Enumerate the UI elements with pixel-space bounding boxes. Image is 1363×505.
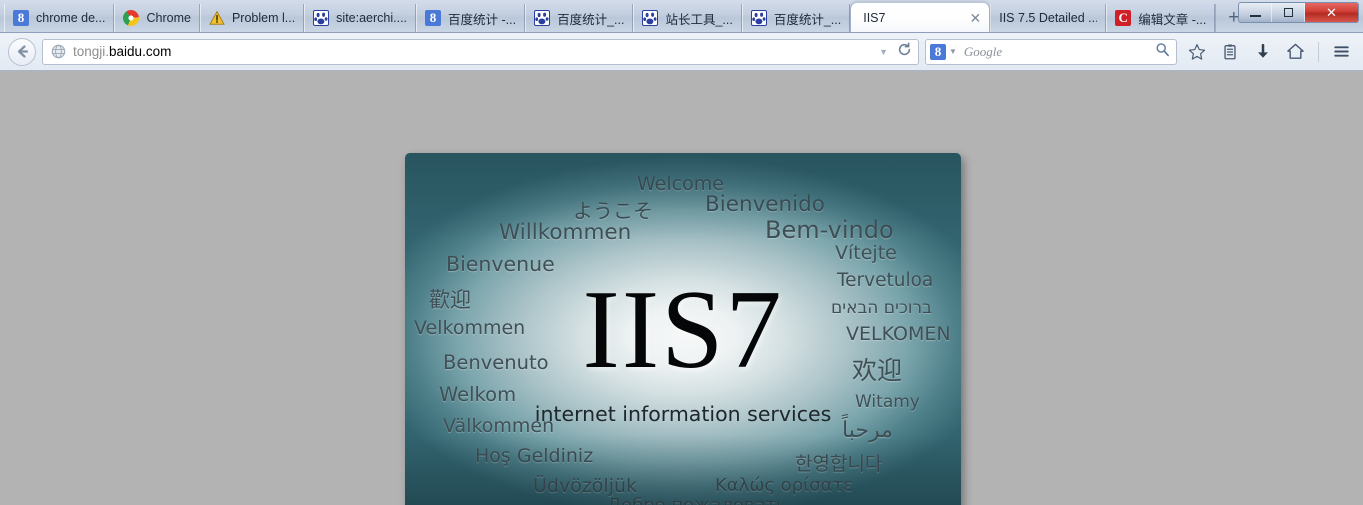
welcome-word: 歡迎 — [429, 288, 471, 312]
iis7-subtitle-text: internet information services — [534, 402, 832, 426]
welcome-word: Bienvenue — [446, 252, 555, 276]
download-icon — [1257, 43, 1268, 58]
home-button[interactable] — [1282, 38, 1309, 66]
back-button[interactable] — [8, 37, 36, 66]
tab-label: IIS 7.5 Detailed ... — [999, 11, 1098, 25]
tab-close-button[interactable]: ✕ — [960, 11, 982, 25]
chevron-down-icon[interactable]: ▼ — [879, 47, 888, 57]
menu-button[interactable] — [1328, 38, 1355, 66]
welcome-word: ברוכים הבאים — [831, 298, 932, 318]
search-engine-icon[interactable]: 8 — [930, 43, 946, 60]
chrome-favicon — [123, 10, 140, 26]
restore-button[interactable] — [1272, 3, 1305, 22]
baidu-favicon — [642, 10, 659, 26]
library-button[interactable] — [1216, 38, 1243, 66]
browser-tab[interactable]: Chrome — [114, 4, 200, 32]
csdn-favicon: C — [1115, 10, 1132, 26]
tab-strip: 8 chrome de... Chrome Problem l... site:aerc… — [0, 0, 1363, 33]
welcome-word: Bienvenido — [705, 192, 825, 217]
welcome-word: Καλώς ορίσατε — [715, 475, 854, 496]
browser-tab[interactable]: site:aerchi.... — [304, 4, 417, 32]
tab-label: 编辑文章 -... — [1138, 12, 1207, 27]
google-favicon: 8 — [425, 10, 442, 26]
welcome-word: VELKOMEN — [846, 323, 951, 345]
close-window-button[interactable]: ✕ — [1305, 3, 1358, 22]
tab-label: 站长工具_... — [665, 12, 733, 27]
tab-label: 百度统计 -... — [448, 12, 517, 27]
welcome-word: Hoş Geldiniz — [475, 445, 594, 467]
url-domain: baidu.com — [109, 44, 172, 59]
address-bar-actions: ▼ — [871, 42, 912, 62]
welcome-word: Witamy — [855, 392, 920, 412]
welcome-word: 한영합니다 — [795, 453, 883, 475]
tab-label: chrome de... — [36, 11, 106, 25]
library-icon — [1223, 43, 1236, 59]
browser-tab[interactable]: 8 chrome de... — [4, 4, 115, 32]
tab-label: 百度统计_... — [773, 12, 842, 27]
page-content: Welcome ようこそ Bienvenido Willkommen Bem-vindo… — [0, 72, 1363, 505]
browser-tab[interactable]: IIS7 ✕ — [850, 2, 991, 32]
globe-icon — [51, 44, 66, 59]
browser-tab[interactable]: 百度统计_... — [741, 4, 851, 32]
tab-label: site:aerchi.... — [336, 11, 408, 25]
welcome-word: Willkommen — [499, 220, 632, 245]
browser-window: 8 chrome de... Chrome Problem l... site:aerc… — [0, 0, 1363, 505]
star-icon — [1188, 43, 1205, 60]
browser-tab[interactable]: 8 百度统计 -... — [416, 4, 526, 32]
welcome-word: Добро пожаловать — [607, 495, 787, 505]
tab-label: Chrome — [146, 11, 191, 25]
search-bar[interactable]: 8 ▼ Google — [925, 38, 1177, 65]
google-favicon: 8 — [13, 10, 29, 26]
bookmark-star-button[interactable] — [1183, 38, 1210, 66]
baidu-favicon — [750, 10, 767, 26]
browser-tab[interactable]: Problem l... — [199, 4, 305, 32]
welcome-word: 欢迎 — [852, 356, 903, 385]
hamburger-menu-icon — [1334, 46, 1349, 57]
search-icon[interactable] — [1155, 42, 1170, 62]
search-input[interactable]: Google — [964, 44, 1002, 60]
back-arrow-icon — [17, 45, 28, 58]
tabs-container: 8 chrome de... Chrome Problem l... site:aerc… — [4, 2, 1216, 32]
url-subdomain: tongji. — [73, 44, 110, 59]
welcome-word: Welkom — [439, 383, 517, 406]
baidu-favicon — [313, 10, 330, 26]
navigation-toolbar: tongji.baidu.com ▼ 8 ▼ Google — [0, 33, 1363, 71]
welcome-word: Bem-vindo — [765, 216, 894, 244]
browser-tab[interactable]: IIS 7.5 Detailed ... — [990, 4, 1107, 32]
browser-tab[interactable]: 百度统计_... — [525, 4, 634, 32]
warning-favicon — [209, 10, 225, 26]
tab-label: Problem l... — [231, 11, 296, 25]
welcome-word: Tervetuloa — [837, 270, 934, 291]
download-button[interactable] — [1249, 38, 1276, 66]
window-controls: ✕ — [1238, 2, 1359, 23]
address-bar-text: tongji.baidu.com — [73, 44, 171, 59]
welcome-word: Vítejte — [835, 242, 897, 264]
toolbar-divider — [1318, 41, 1319, 62]
reload-icon[interactable] — [897, 42, 912, 62]
browser-tab[interactable]: C 编辑文章 -... — [1106, 4, 1216, 32]
minimize-icon — [1249, 14, 1261, 17]
baidu-favicon — [534, 10, 551, 26]
search-engine-chevron-icon[interactable]: ▼ — [949, 47, 957, 56]
address-bar[interactable]: tongji.baidu.com ▼ — [42, 38, 919, 65]
tab-label: IIS7 — [863, 10, 886, 25]
welcome-word: Velkommen — [414, 317, 526, 339]
minimize-button[interactable] — [1239, 3, 1272, 22]
welcome-word: Üdvözöljük — [533, 475, 638, 497]
home-icon — [1287, 43, 1304, 59]
browser-tab[interactable]: 站长工具_... — [633, 4, 742, 32]
welcome-word: Benvenuto — [443, 351, 549, 374]
iis7-logo-text: IIS7 — [582, 268, 784, 392]
welcome-word: مرحباً — [842, 418, 893, 443]
tab-label: 百度统计_... — [557, 12, 625, 27]
iis7-welcome-image: Welcome ようこそ Bienvenido Willkommen Bem-vindo… — [405, 153, 961, 505]
restore-icon — [1283, 8, 1293, 17]
